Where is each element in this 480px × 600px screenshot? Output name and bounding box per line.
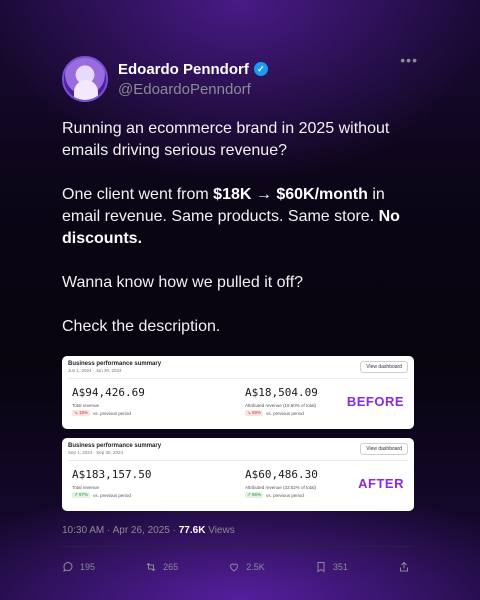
change-value: 69%: [252, 410, 262, 415]
like-button[interactable]: 2.5K: [228, 561, 265, 573]
card-title: Business performance summary: [68, 361, 162, 367]
trend-down-badge: ↘ 18%: [72, 410, 91, 416]
view-dashboard-button: View dashboard: [360, 361, 408, 373]
total-revenue-change: ↘ 18% vs. previous period: [72, 410, 145, 416]
trend-down-icon: ↘: [247, 410, 251, 415]
avatar[interactable]: [62, 56, 108, 102]
attributed-revenue-label: Attributed revenue (19.60% of total): [245, 403, 317, 408]
attributed-revenue-label: Attributed revenue (33.02% of total): [245, 485, 317, 490]
total-revenue-metric: A$183,157.50 Total revenue ↗ 97% vs. pre…: [72, 468, 151, 498]
views-count[interactable]: 77.6K: [179, 525, 206, 536]
change-note: vs. previous period: [93, 492, 131, 498]
verified-badge-icon: ✓: [253, 62, 268, 76]
more-options-icon[interactable]: •••: [400, 52, 418, 68]
change-note: vs. previous period: [266, 410, 304, 416]
total-revenue-value: A$183,157.50: [72, 468, 152, 481]
total-revenue-label: Total revenue: [72, 485, 100, 490]
card-divider: [68, 378, 408, 379]
change-value: 18%: [79, 410, 89, 415]
handle[interactable]: @EdoardoPenndorf: [118, 81, 268, 98]
share-icon: [399, 561, 408, 572]
bookmark-count: 351: [332, 562, 348, 572]
tweet-text: Running an ecommerce brand in 2025 witho…: [62, 118, 418, 338]
trend-up-badge: ↗ 97%: [72, 492, 91, 498]
attributed-revenue-metric: A$60,486.30 Attributed revenue (33.02% o…: [245, 468, 318, 498]
paragraph-3: Wanna know how we pulled it off?: [62, 274, 304, 291]
paragraph-2-prefix: One client went from: [62, 186, 214, 203]
heart-icon: [230, 563, 239, 572]
total-revenue-value: A$94,426.69: [72, 386, 145, 399]
card-date-range: Sep 1, 2024 - Sep 30, 2024: [68, 450, 124, 455]
share-button[interactable]: [398, 561, 410, 573]
trend-down-badge: ↘ 69%: [245, 410, 264, 416]
views-label: Views: [205, 525, 235, 536]
paragraph-4: Check the description.: [62, 318, 221, 335]
after-label: AFTER: [358, 476, 404, 491]
attributed-revenue-value: A$18,504.09: [245, 386, 318, 399]
total-revenue-change: ↗ 97% vs. previous period: [72, 492, 151, 498]
trend-up-badge: ↗ 96%: [245, 492, 264, 498]
repost-button[interactable]: 265: [145, 561, 178, 573]
change-value: 96%: [252, 492, 262, 497]
reply-button[interactable]: 195: [62, 561, 95, 573]
view-dashboard-button: View dashboard: [360, 443, 408, 455]
paragraph-2-bold-1: $18K → $60K/month: [213, 186, 368, 203]
like-count: 2.5K: [246, 562, 265, 572]
author-names: Edoardo Penndorf ✓ @EdoardoPenndorf: [118, 61, 268, 98]
attributed-revenue-value: A$60,486.30: [245, 468, 318, 481]
before-label: BEFORE: [346, 394, 404, 409]
trend-up-icon: ↗: [247, 492, 251, 497]
total-revenue-metric: A$94,426.69 Total revenue ↘ 18% vs. prev…: [72, 386, 145, 416]
display-name-row: Edoardo Penndorf ✓: [118, 61, 268, 78]
tweet-meta: 10:30 AM · Apr 26, 2025 · 77.6K Views: [62, 525, 418, 536]
repost-icon: [146, 562, 156, 572]
attributed-revenue-change: ↘ 69% vs. previous period: [245, 410, 318, 416]
media-images[interactable]: Business performance summary Jun 1, 2024…: [62, 356, 418, 511]
attributed-revenue-metric: A$18,504.09 Attributed revenue (19.60% o…: [245, 386, 318, 416]
change-value: 97%: [79, 492, 89, 497]
card-title: Business performance summary: [68, 443, 162, 449]
reply-count: 195: [80, 562, 96, 572]
trend-up-icon: ↗: [74, 492, 78, 497]
total-revenue-label: Total revenue: [72, 403, 100, 408]
repost-count: 265: [163, 562, 179, 572]
divider: [62, 546, 414, 547]
change-note: vs. previous period: [266, 492, 304, 498]
display-name[interactable]: Edoardo Penndorf: [118, 61, 249, 78]
attributed-revenue-change: ↗ 96% vs. previous period: [245, 492, 318, 498]
card-date-range: Jun 1, 2024 - Jun 30, 2024: [68, 368, 122, 373]
before-summary-card[interactable]: Business performance summary Jun 1, 2024…: [62, 356, 414, 429]
bookmark-button[interactable]: 351: [315, 561, 348, 573]
trend-down-icon: ↘: [74, 410, 78, 415]
reply-icon: [63, 562, 73, 572]
tweet-header: Edoardo Penndorf ✓ @EdoardoPenndorf •••: [62, 52, 418, 102]
action-bar: 195 265 2.5K 351: [62, 561, 410, 573]
tweet-card: Edoardo Penndorf ✓ @EdoardoPenndorf ••• …: [62, 52, 418, 573]
paragraph-1: Running an ecommerce brand in 2025 witho…: [62, 120, 390, 159]
card-divider: [68, 460, 408, 461]
change-note: vs. previous period: [93, 410, 131, 416]
after-summary-card[interactable]: Business performance summary Sep 1, 2024…: [62, 438, 414, 511]
timestamp[interactable]: 10:30 AM · Apr 26, 2025 ·: [62, 525, 179, 536]
bookmark-icon: [317, 562, 325, 573]
paragraph-2: One client went from $18K → $60K/month i…: [62, 184, 418, 250]
